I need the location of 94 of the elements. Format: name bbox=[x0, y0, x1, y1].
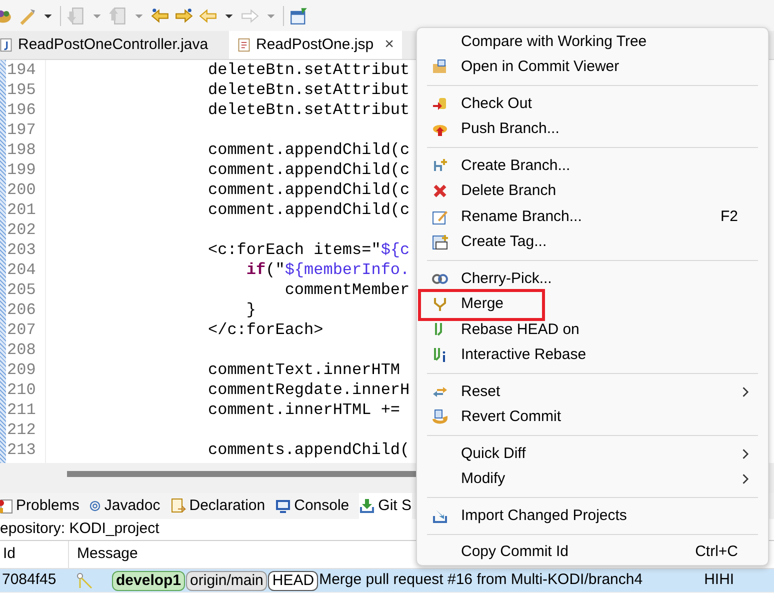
line-number: 200 bbox=[7, 180, 37, 200]
menu-item[interactable]: Create Tag... bbox=[417, 230, 768, 255]
download-tray-icon bbox=[359, 498, 376, 514]
merge-icon bbox=[432, 296, 448, 312]
monitor-icon bbox=[275, 498, 292, 514]
window-icon[interactable] bbox=[290, 6, 308, 24]
code-line: comment.appendChild(c bbox=[208, 160, 410, 180]
menu-item[interactable]: Rename Branch... F2 bbox=[417, 204, 768, 230]
code-line: comment.innerHTML += bbox=[208, 400, 400, 420]
menu-item[interactable]: Interactive Rebase bbox=[417, 342, 768, 368]
line-number: 194 bbox=[7, 60, 37, 80]
code-line: comment.appendChild(c bbox=[208, 180, 410, 200]
back-arrow-icon[interactable] bbox=[151, 6, 169, 24]
ref-label: HEAD bbox=[268, 571, 318, 591]
line-number: 205 bbox=[7, 280, 37, 300]
delete-icon bbox=[432, 183, 448, 200]
line-number: 195 bbox=[7, 80, 37, 100]
menu-item[interactable]: Modify bbox=[417, 466, 768, 492]
line-number: 206 bbox=[7, 300, 37, 320]
close-icon[interactable]: × bbox=[384, 33, 394, 57]
code-line: commentRegdate.innerH bbox=[208, 380, 410, 400]
code-line: <c:forEach items="${c bbox=[208, 240, 410, 260]
folder-icon bbox=[432, 59, 448, 76]
ref-label: origin/main bbox=[186, 571, 268, 591]
repository-label: epository: KODI_project bbox=[0, 519, 160, 540]
commit-author: HIHI bbox=[704, 570, 734, 590]
column-header[interactable]: Id bbox=[0, 541, 69, 568]
interactive-rebase-icon bbox=[432, 347, 448, 364]
checkout-icon bbox=[432, 96, 448, 112]
line-number: 201 bbox=[7, 200, 37, 220]
menu-item[interactable]: Rebase HEAD on bbox=[417, 317, 768, 342]
menu-item[interactable]: Check Out bbox=[417, 91, 768, 116]
menu-item[interactable]: Revert Commit bbox=[417, 404, 768, 430]
column-header[interactable]: Message bbox=[69, 541, 138, 568]
line-number: 199 bbox=[7, 160, 37, 180]
code-line: commentMember bbox=[284, 280, 410, 300]
line-number: 212 bbox=[7, 420, 37, 440]
line-number: 213 bbox=[7, 440, 37, 460]
menu-item[interactable]: Quick Diff bbox=[417, 441, 768, 466]
menu-item[interactable]: Copy Commit Id Ctrl+C bbox=[417, 540, 768, 565]
code-line: deleteBtn.setAttribut bbox=[208, 60, 410, 80]
menu-item[interactable]: Delete Branch bbox=[417, 178, 768, 204]
java-file-icon bbox=[0, 37, 13, 53]
tag-icon bbox=[432, 234, 448, 250]
view-tab[interactable]: Declaration bbox=[170, 493, 266, 519]
line-number: 208 bbox=[7, 340, 37, 360]
view-tab[interactable]: Problems bbox=[0, 493, 80, 519]
branch-plus-icon bbox=[432, 158, 448, 174]
editor-tab[interactable]: ReadPostOne.jsp × bbox=[229, 31, 402, 59]
line-number: 202 bbox=[7, 220, 37, 240]
history-row[interactable]: 7084f45 develop1 origin/main HEAD Merge pull request #16 from Multi-KODI/branch4 HIHI bbox=[0, 569, 774, 592]
code-line: if("${memberInfo. bbox=[245, 260, 410, 280]
view-tab[interactable]: Console bbox=[275, 493, 350, 519]
code-line: comment.appendChild(c bbox=[208, 200, 410, 220]
line-number: 204 bbox=[7, 260, 37, 280]
rename-icon bbox=[432, 208, 448, 225]
forward-arrow-icon[interactable] bbox=[175, 6, 193, 24]
menu-item[interactable]: Cherry-Pick... bbox=[417, 266, 768, 292]
menu-item[interactable]: Open in Commit Viewer bbox=[417, 54, 768, 80]
line-number: 210 bbox=[7, 380, 37, 400]
jsp-file-icon bbox=[237, 37, 251, 53]
line-number: 207 bbox=[7, 320, 37, 340]
line-number: 196 bbox=[7, 100, 37, 120]
commit-id: 7084f45 bbox=[1, 570, 58, 590]
line-number: 198 bbox=[7, 140, 37, 160]
code-line: comments.appendChild( bbox=[208, 440, 410, 460]
code-line: commentText.innerHTM bbox=[208, 360, 400, 380]
line-number: 197 bbox=[7, 120, 37, 140]
code-line: </c:forEach> bbox=[208, 320, 324, 340]
declaration-icon bbox=[170, 498, 186, 514]
code-line: deleteBtn.setAttribut bbox=[208, 100, 410, 120]
line-number: 209 bbox=[7, 360, 37, 380]
menu-item[interactable]: Merge bbox=[417, 292, 768, 317]
commit-message: Merge pull request #16 from Multi-KODI/branch4 bbox=[319, 570, 644, 590]
menu-item[interactable]: Reset bbox=[417, 379, 768, 404]
code-line: comment.appendChild(c bbox=[208, 140, 410, 160]
menu-item[interactable]: Compare with Working Tree bbox=[417, 29, 768, 54]
forward-arrow-icon bbox=[241, 6, 259, 24]
line-number: 203 bbox=[7, 240, 37, 260]
revert-icon bbox=[432, 409, 448, 426]
graph-node-icon bbox=[76, 571, 92, 589]
menu-item[interactable]: Import Changed Projects bbox=[417, 503, 768, 528]
menu-item[interactable]: Create Branch... bbox=[417, 153, 768, 178]
shortcut-label: Ctrl+C bbox=[695, 542, 739, 562]
menu-item[interactable]: Push Branch... bbox=[417, 116, 768, 142]
view-tab[interactable]: Javadoc bbox=[89, 493, 160, 519]
upload-icon bbox=[109, 6, 127, 24]
code-line: deleteBtn.setAttribut bbox=[208, 80, 410, 100]
line-number: 211 bbox=[7, 400, 37, 420]
view-tab[interactable]: Git S bbox=[359, 493, 412, 519]
download-icon bbox=[67, 6, 85, 24]
code-line: } bbox=[245, 300, 256, 320]
ref-label: develop1 bbox=[112, 571, 186, 591]
shortcut-label: F2 bbox=[720, 206, 739, 226]
